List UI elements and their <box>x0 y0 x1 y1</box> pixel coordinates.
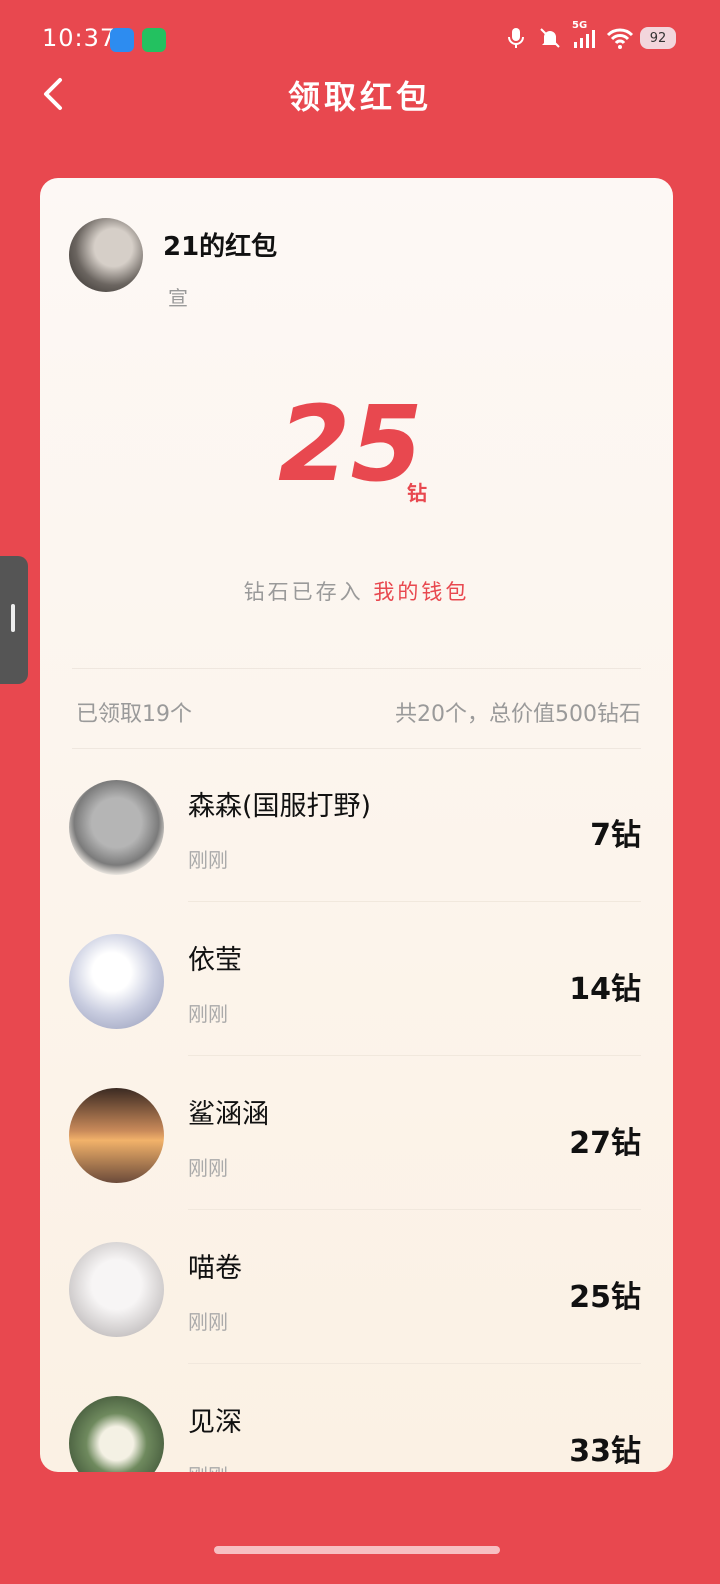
divider <box>72 668 641 669</box>
bell-muted-icon <box>538 26 562 50</box>
list-item[interactable]: 见深 刚刚 33钻 <box>40 1364 673 1472</box>
record-name: 依莹 <box>188 945 242 976</box>
saved-note-text: 钻石已存入 <box>243 580 364 604</box>
record-amount: 7钻 <box>590 818 641 853</box>
record-name: 见深 <box>188 1407 242 1438</box>
record-amount: 25钻 <box>569 1280 641 1315</box>
list-item[interactable]: 森森(国服打野) 刚刚 7钻 <box>40 748 673 902</box>
sender-title: 21的红包 <box>163 232 278 262</box>
record-amount: 33钻 <box>569 1434 641 1469</box>
record-time: 刚刚 <box>188 848 228 872</box>
record-amount: 27钻 <box>569 1126 641 1161</box>
claim-records-list: 森森(国服打野) 刚刚 7钻 依莹 刚刚 14钻 鲨涵涵 刚刚 27钻 喵卷 刚… <box>40 748 673 1472</box>
total-info: 共20个，总价值500钻石 <box>395 702 641 727</box>
record-time: 刚刚 <box>188 1310 228 1334</box>
amount-unit: 钻 <box>407 481 427 505</box>
avatar[interactable] <box>69 934 164 1029</box>
cellular-signal-icon: 5G <box>572 20 596 50</box>
record-time: 刚刚 <box>188 1002 228 1026</box>
received-amount: 25 <box>278 383 423 505</box>
claimed-count: 已领取19个 <box>76 702 192 727</box>
record-name: 喵卷 <box>188 1253 242 1284</box>
edge-panel-handle[interactable] <box>0 556 28 684</box>
avatar[interactable] <box>69 1396 164 1472</box>
wifi-icon <box>606 26 634 50</box>
red-packet-card: 21的红包 宣 25 钻 钻石已存入 我的钱包 已领取19个 共20个，总价值5… <box>40 178 673 1472</box>
avatar[interactable] <box>69 1242 164 1337</box>
battery-indicator: 92 <box>640 27 676 49</box>
saved-note: 钻石已存入 我的钱包 <box>40 576 673 606</box>
record-amount: 14钻 <box>569 972 641 1007</box>
packet-message: 宣 <box>168 286 188 310</box>
record-name: 森森(国服打野) <box>188 791 372 822</box>
status-bar: 10:37 5G 92 <box>0 0 720 80</box>
app-notification-icon <box>110 28 134 52</box>
record-time: 刚刚 <box>188 1460 228 1472</box>
sender-avatar[interactable] <box>69 218 143 292</box>
wechat-notification-icon <box>142 28 166 52</box>
list-item[interactable]: 鲨涵涵 刚刚 27钻 <box>40 1056 673 1210</box>
page-title: 领取红包 <box>287 78 432 116</box>
my-wallet-link[interactable]: 我的钱包 <box>373 580 469 604</box>
avatar[interactable] <box>69 780 164 875</box>
avatar[interactable] <box>69 1088 164 1183</box>
record-name: 鲨涵涵 <box>188 1099 269 1130</box>
record-time: 刚刚 <box>188 1156 228 1180</box>
microphone-icon <box>504 26 528 50</box>
home-indicator[interactable] <box>214 1546 500 1554</box>
list-item[interactable]: 依莹 刚刚 14钻 <box>40 902 673 1056</box>
list-item[interactable]: 喵卷 刚刚 25钻 <box>40 1210 673 1364</box>
network-type-label: 5G <box>572 20 588 31</box>
status-time: 10:37 <box>42 24 117 52</box>
